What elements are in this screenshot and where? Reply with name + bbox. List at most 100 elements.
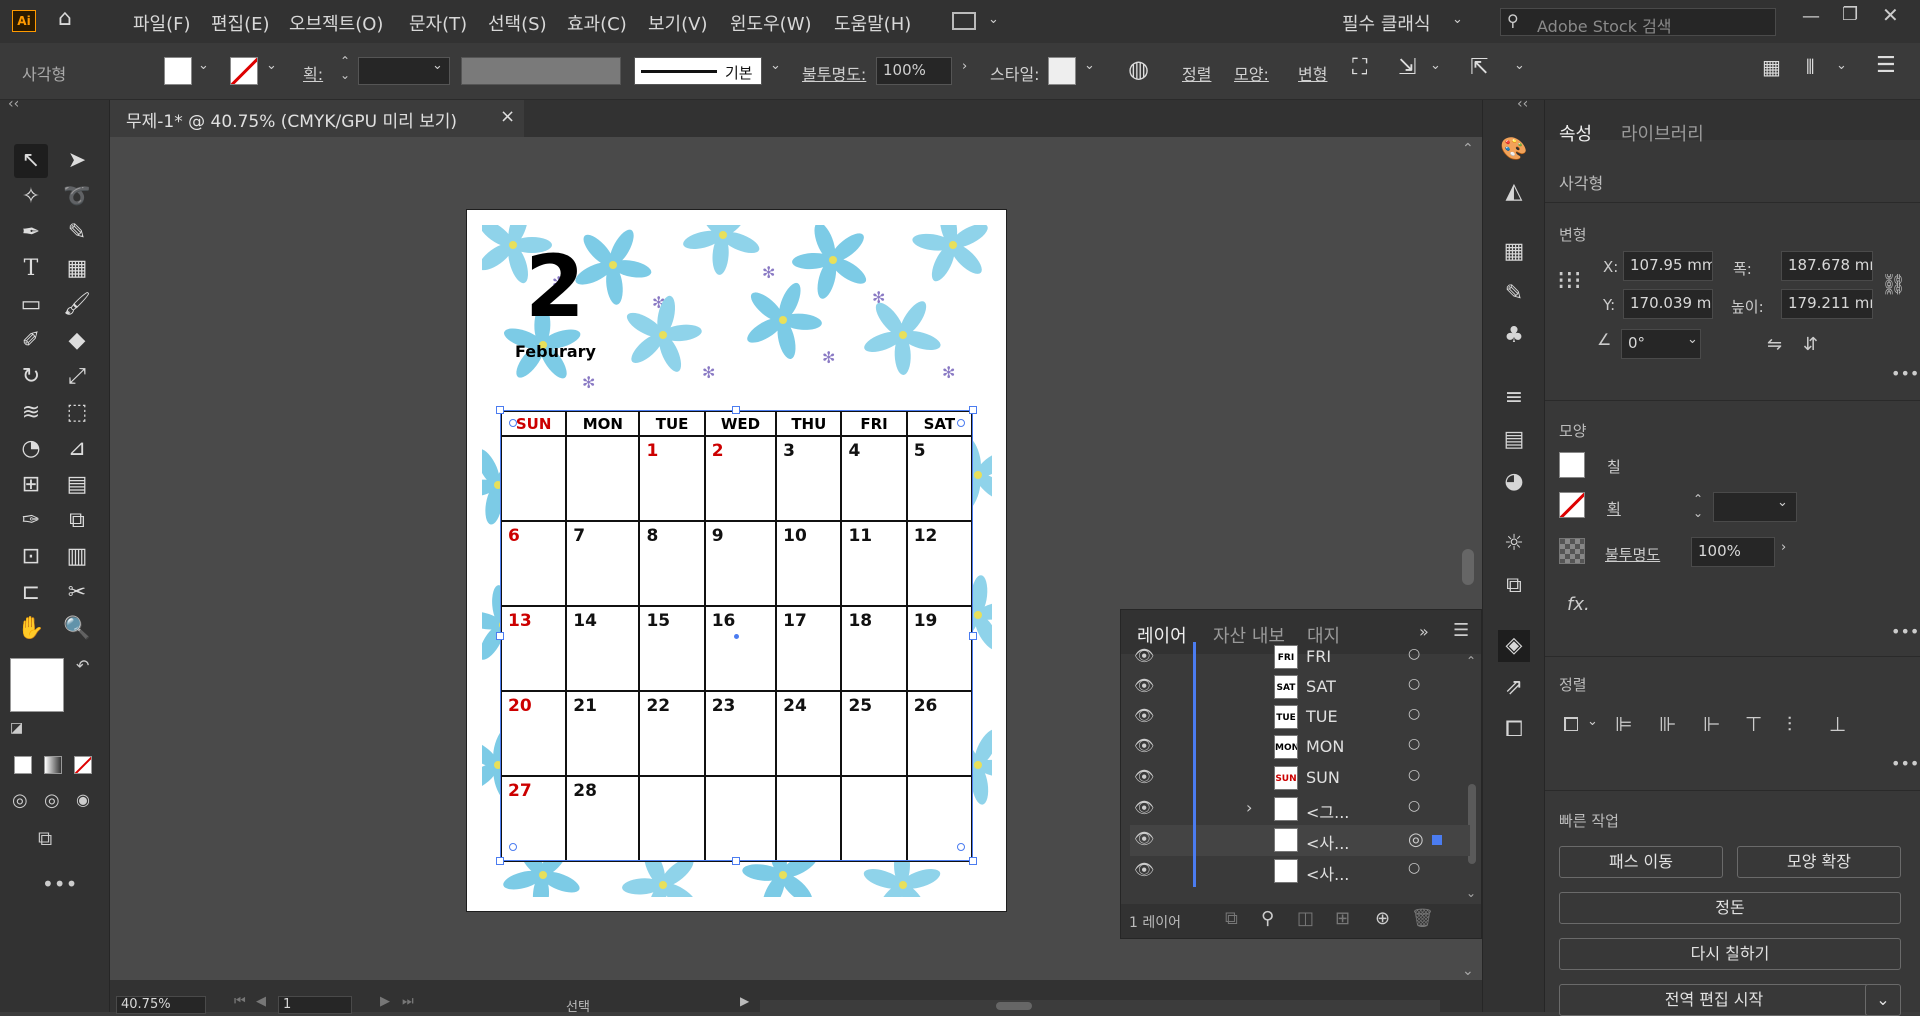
envelope-icon[interactable]: ⇱ (1470, 55, 1488, 80)
transparency-icon[interactable]: ◕ (1498, 466, 1530, 498)
locate-object-icon[interactable]: ⚲ (1261, 908, 1274, 929)
chevron-right-icon[interactable]: › (1781, 540, 1786, 555)
pen-tool-icon[interactable]: ✒ (14, 216, 48, 250)
target-circle-icon[interactable]: ○ (1408, 706, 1420, 722)
opacity-input[interactable]: 100% (1691, 537, 1775, 567)
appearance-icon[interactable]: ☼ (1498, 528, 1530, 560)
stroke-stepper[interactable]: ⌃ ⌄ (340, 54, 350, 82)
more-options-icon[interactable]: ••• (1891, 622, 1919, 641)
artboard-tool-icon[interactable]: ⊏ (14, 576, 48, 610)
visibility-eye-icon[interactable]: 👁 (1134, 829, 1154, 848)
visibility-eye-icon[interactable]: 👁 (1134, 646, 1154, 665)
align-link[interactable]: 정렬 (1182, 61, 1211, 85)
paintbrush-icon[interactable]: 🖌 (60, 288, 94, 322)
slice-tool-icon[interactable]: ✂ (60, 576, 94, 610)
eyedropper-icon[interactable]: ✑ (14, 504, 48, 538)
zoom-tool-icon[interactable]: 🔍 (60, 612, 94, 646)
month-number[interactable]: 2 (525, 244, 585, 330)
menu-help[interactable]: 도움말(H) (834, 10, 911, 36)
variable-width-profile[interactable] (461, 57, 621, 85)
align-top-icon[interactable]: ⊤ (1745, 712, 1762, 736)
brush-definition[interactable]: 기본 (634, 57, 762, 85)
collapse-icon[interactable]: ‹‹ (1517, 96, 1528, 112)
arrange-button[interactable]: 정돈 (1559, 892, 1901, 924)
chevron-down-icon[interactable]: ⌄ (1777, 495, 1788, 510)
close-tab-icon[interactable]: × (500, 106, 515, 127)
panel-menu-icon[interactable]: ☰ (1453, 620, 1469, 641)
selection-handle[interactable] (732, 857, 740, 865)
corner-widget[interactable] (957, 843, 965, 851)
opacity-field[interactable]: 100% (876, 57, 952, 85)
prev-artboard-icon[interactable]: ◀ (256, 994, 266, 1009)
graph-tool-icon[interactable]: ▥ (60, 540, 94, 574)
align-right-icon[interactable]: ⊩ (1703, 712, 1720, 736)
layers-panel-icon[interactable]: ◈ (1498, 630, 1530, 662)
color-guide-icon[interactable]: ◭ (1498, 176, 1530, 208)
selection-handle[interactable] (969, 857, 977, 865)
layer-row[interactable]: 👁 SAT SAT ○ (1130, 672, 1470, 703)
global-edit-button[interactable]: 전역 편집 시작 (1559, 984, 1869, 1016)
selection-handle[interactable] (732, 406, 740, 414)
corner-widget[interactable] (509, 419, 517, 427)
height-input[interactable]: 179.211 mr (1781, 289, 1873, 319)
stroke-label[interactable]: 획: (303, 61, 323, 85)
clipping-mask-icon[interactable]: ◫ (1297, 908, 1314, 929)
collect-export-icon[interactable]: ⧉ (1225, 908, 1238, 929)
reference-point-icon[interactable]: ⁝⁝⁝ (1557, 266, 1582, 296)
constrain-proportions-icon[interactable]: ⛓ (1881, 272, 1906, 296)
align-bottom-icon[interactable]: ⊥ (1829, 712, 1846, 736)
fill-swatch[interactable] (1559, 452, 1585, 478)
opacity-swatch[interactable] (1559, 538, 1585, 564)
fill-swatch[interactable] (164, 57, 192, 85)
direct-selection-tool-icon[interactable]: ➤ (60, 144, 94, 178)
chevron-down-icon[interactable]: ⌄ (432, 58, 443, 73)
status-menu-icon[interactable]: ▶ (740, 994, 749, 1008)
type-tool-icon[interactable]: T (14, 252, 48, 286)
gradient-tool-icon[interactable]: ▤ (60, 468, 94, 502)
selection-handle[interactable] (496, 632, 504, 640)
expand-chevron-icon[interactable]: › (1246, 798, 1252, 817)
stock-search-box[interactable]: ⚲ Adobe Stock 검색 (1500, 8, 1776, 36)
lasso-icon[interactable]: ➰ (60, 180, 94, 214)
color-panel-icon[interactable]: 🎨 (1498, 134, 1530, 166)
chevron-down-icon[interactable]: ⌄ (1836, 58, 1847, 73)
horizontal-scrollbar[interactable] (760, 1000, 1440, 1012)
color-mode-icon[interactable] (14, 756, 32, 774)
more-options-icon[interactable]: ••• (1891, 754, 1919, 773)
shaper-tool-icon[interactable]: ✐ (14, 324, 48, 358)
menu-edit[interactable]: 편집(E) (211, 10, 270, 36)
table-tool-icon[interactable]: ▦ (60, 252, 94, 286)
selection-handle[interactable] (969, 632, 977, 640)
arrange-documents-icon[interactable] (952, 12, 976, 30)
new-sublayer-icon[interactable]: ⊞ (1335, 908, 1350, 929)
distribute-icon[interactable]: ⫴ (1806, 55, 1814, 79)
puppet-warp-icon[interactable]: ⇲ (1398, 55, 1416, 80)
menu-view[interactable]: 보기(V) (648, 10, 707, 36)
visibility-eye-icon[interactable]: 👁 (1134, 736, 1154, 755)
default-colors-icon[interactable]: ◪ (10, 720, 23, 736)
align-left-icon[interactable]: ⊫ (1615, 712, 1632, 736)
curvature-tool-icon[interactable]: ✎ (60, 216, 94, 250)
artboards-panel-icon[interactable]: ⧠ (1498, 714, 1530, 746)
target-circle-icon[interactable]: ◎ (1408, 829, 1424, 850)
chevron-down-icon[interactable]: ⌄ (198, 58, 209, 73)
shape-builder-icon[interactable]: ◔ (14, 432, 48, 466)
swap-colors-icon[interactable]: ↶ (76, 656, 89, 675)
gradient-panel-icon[interactable]: ▤ (1498, 424, 1530, 456)
delete-layer-icon[interactable]: 🗑 (1411, 908, 1434, 929)
expand-panel-icon[interactable]: » (1419, 622, 1429, 641)
hand-tool-icon[interactable]: ✋ (14, 612, 48, 646)
magic-wand-icon[interactable]: ✧ (14, 180, 48, 214)
selection-handle[interactable] (496, 857, 504, 865)
rotate-tool-icon[interactable]: ↻ (14, 360, 48, 394)
draw-normal-icon[interactable]: ◎ (12, 790, 28, 811)
flip-horizontal-icon[interactable]: ⇋ (1767, 334, 1782, 355)
recolor-artwork-icon[interactable]: ◍ (1128, 55, 1149, 83)
visibility-eye-icon[interactable]: 👁 (1134, 798, 1154, 817)
none-mode-icon[interactable] (74, 756, 92, 774)
selection-handle[interactable] (496, 406, 504, 414)
visibility-eye-icon[interactable]: 👁 (1134, 676, 1154, 695)
swatches-icon[interactable]: ▦ (1498, 236, 1530, 268)
next-artboard-icon[interactable]: ▶ (380, 994, 390, 1009)
restore-icon[interactable]: ❐ (1842, 4, 1858, 25)
